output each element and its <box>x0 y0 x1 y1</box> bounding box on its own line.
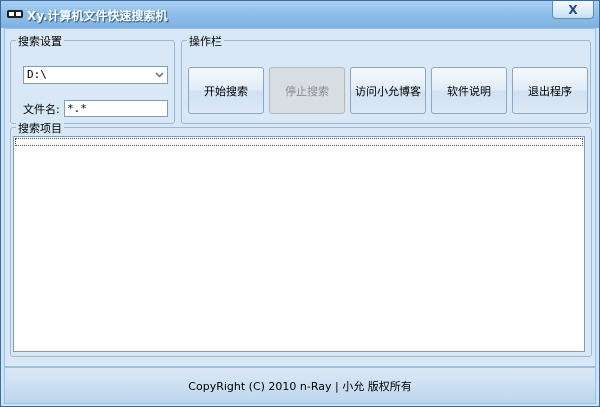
operations-group: 操作栏 开始搜索 停止搜索 访问小允博客 软件说明 退出程序 <box>181 33 591 124</box>
window-title: Xy.计算机文件快速搜索机 <box>27 9 168 23</box>
title-bar[interactable]: Xy.计算机文件快速搜索机 X <box>1 1 599 28</box>
list-focus-row[interactable] <box>15 138 583 146</box>
start-search-label: 开始搜索 <box>204 84 248 98</box>
drive-select-value: D:\ <box>27 68 47 81</box>
close-button[interactable]: X <box>552 1 594 19</box>
results-legend: 搜索项目 <box>16 120 64 136</box>
stop-search-button[interactable]: 停止搜索 <box>269 67 345 114</box>
app-logo-icon <box>7 10 23 18</box>
search-settings-legend: 搜索设置 <box>16 33 64 49</box>
operations-legend: 操作栏 <box>187 33 224 49</box>
filename-input-value: *.* <box>67 102 87 115</box>
copyright-text: CopyRight (C) 2010 n-Ray | 小允 版权所有 <box>188 379 412 393</box>
app-window: Xy.计算机文件快速搜索机 X 搜索设置 D:\ 文件名: *.* 操作栏 开始… <box>0 0 600 407</box>
footer-bar: CopyRight (C) 2010 n-Ray | 小允 版权所有 <box>4 367 596 404</box>
filename-input[interactable]: *.* <box>64 100 168 117</box>
close-icon: X <box>568 2 578 17</box>
drive-select[interactable]: D:\ <box>23 66 168 84</box>
filename-label: 文件名: <box>23 103 60 116</box>
exit-button[interactable]: 退出程序 <box>512 67 588 114</box>
visit-blog-button[interactable]: 访问小允博客 <box>350 67 426 114</box>
help-button[interactable]: 软件说明 <box>431 67 507 114</box>
start-search-button[interactable]: 开始搜索 <box>188 67 264 114</box>
help-label: 软件说明 <box>447 84 491 98</box>
exit-label: 退出程序 <box>528 84 572 98</box>
client-area: 搜索设置 D:\ 文件名: *.* 操作栏 开始搜索 停止搜索 访问小允博客 软… <box>4 28 596 367</box>
visit-blog-label: 访问小允博客 <box>355 84 421 98</box>
stop-search-label: 停止搜索 <box>285 84 329 98</box>
results-list[interactable] <box>13 136 585 352</box>
search-settings-group: 搜索设置 D:\ 文件名: *.* <box>10 33 175 124</box>
chevron-down-icon <box>155 72 164 78</box>
